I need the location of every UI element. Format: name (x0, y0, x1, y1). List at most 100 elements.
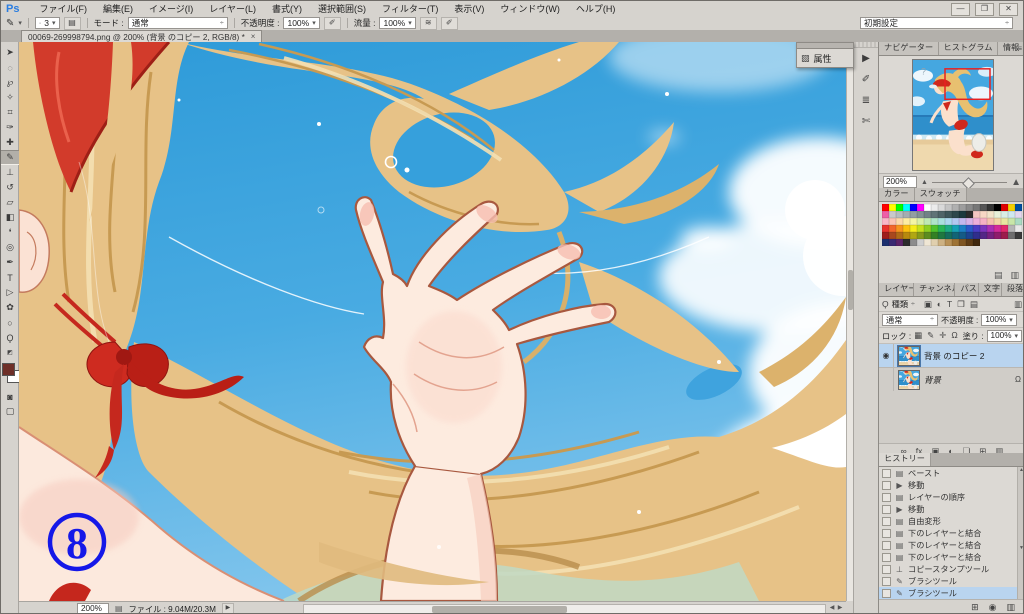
swatch-action-icon[interactable]: ▤ (994, 270, 1003, 281)
color-swatch[interactable] (882, 218, 889, 225)
horizontal-scroll-thumb[interactable] (432, 606, 567, 613)
color-swatch[interactable] (903, 232, 910, 239)
flyout-header[interactable] (796, 42, 854, 49)
lock-icon[interactable]: ✛ (939, 330, 946, 341)
tool-button[interactable]: ✑ (1, 120, 19, 135)
color-swatch[interactable] (889, 232, 896, 239)
color-swatch[interactable] (973, 211, 980, 218)
color-swatch[interactable] (980, 211, 987, 218)
blend-mode-select[interactable]: 通常÷ (882, 314, 938, 326)
color-swatch[interactable] (903, 239, 910, 246)
color-swatch[interactable] (952, 239, 959, 246)
color-swatch[interactable] (1008, 218, 1015, 225)
color-swatch[interactable] (896, 239, 903, 246)
color-swatch[interactable] (1001, 211, 1008, 218)
color-swatch[interactable] (924, 232, 931, 239)
color-swatch[interactable] (994, 204, 1001, 211)
menu-item[interactable]: レイヤー(L) (201, 2, 264, 15)
color-swatch[interactable] (945, 211, 952, 218)
canvas-viewport[interactable]: 8 (19, 42, 846, 601)
color-swatch[interactable] (952, 211, 959, 218)
screen-mode-button[interactable]: ▢ (1, 404, 19, 419)
status-popup-arrow-icon[interactable]: ▶ (222, 603, 234, 614)
tool-button[interactable]: ◌ (1, 60, 19, 75)
quick-mask-button[interactable]: ◙ (1, 389, 19, 404)
tool-button[interactable]: ◎ (1, 240, 19, 255)
color-swatch[interactable] (924, 211, 931, 218)
panel-tab[interactable]: ヒストリー (879, 453, 931, 466)
color-swatch[interactable] (931, 204, 938, 211)
color-swatch[interactable] (1008, 211, 1015, 218)
color-swatch[interactable] (966, 204, 973, 211)
color-swatch[interactable] (910, 218, 917, 225)
color-swatch[interactable] (938, 225, 945, 232)
color-swatch[interactable] (1015, 232, 1022, 239)
color-swatch[interactable] (945, 239, 952, 246)
navigator-thumbnail[interactable] (912, 59, 994, 171)
canvas-artwork[interactable]: 8 (19, 42, 846, 601)
color-swatch[interactable] (903, 211, 910, 218)
color-swatch[interactable] (952, 218, 959, 225)
color-swatch[interactable] (980, 225, 987, 232)
color-swatch[interactable] (903, 204, 910, 211)
color-swatch[interactable] (924, 218, 931, 225)
lock-icon[interactable]: ▦ (914, 330, 922, 341)
color-swatch[interactable] (1015, 225, 1022, 232)
color-swatch[interactable] (1008, 232, 1015, 239)
history-source-checkbox[interactable] (882, 469, 891, 478)
color-swatch[interactable] (910, 211, 917, 218)
color-swatch[interactable] (938, 218, 945, 225)
history-state-row[interactable]: ▤ ペースト (879, 467, 1024, 479)
color-swatch[interactable] (1001, 225, 1008, 232)
panel-tab[interactable]: チャンネル (914, 283, 955, 296)
flow-select[interactable]: 100%▾ (379, 17, 415, 29)
color-swatch[interactable] (931, 239, 938, 246)
tool-button[interactable]: ⊥ (1, 165, 19, 180)
tool-button[interactable]: ➤ (1, 45, 19, 60)
history-state-row[interactable]: ✎ ブラシツール (879, 587, 1024, 599)
navigator-zoom-field[interactable]: 200% (883, 176, 917, 188)
opacity-select[interactable]: 100%▾ (283, 17, 319, 29)
default-colors-icon[interactable]: ◩ (1, 349, 19, 357)
menu-item[interactable]: 表示(V) (446, 2, 492, 15)
color-swatch[interactable] (931, 232, 938, 239)
tool-button[interactable]: ❛ (1, 225, 19, 240)
filter-toggle-icon[interactable]: ▥ (1014, 299, 1022, 310)
history-source-checkbox[interactable] (882, 553, 891, 562)
panel-tab[interactable]: パス (955, 283, 978, 296)
color-swatch[interactable] (931, 225, 938, 232)
menu-item[interactable]: 編集(E) (95, 2, 141, 15)
history-state-row[interactable]: ▤ レイヤーの順序 (879, 491, 1024, 503)
color-swatch[interactable] (980, 218, 987, 225)
color-swatch[interactable] (896, 211, 903, 218)
color-swatch[interactable] (987, 204, 994, 211)
history-state-row[interactable]: ▤ 自由変形 (879, 515, 1024, 527)
history-scrollbar[interactable]: ▲▼ (1017, 467, 1024, 599)
color-swatch[interactable] (910, 239, 917, 246)
mode-select[interactable]: 通常÷ (128, 17, 228, 29)
color-swatch[interactable] (889, 239, 896, 246)
color-swatch[interactable] (903, 218, 910, 225)
visibility-toggle[interactable]: ◉ (879, 368, 894, 391)
layer-name[interactable]: 背景 (924, 374, 1011, 386)
color-swatch[interactable] (1015, 204, 1022, 211)
workspace-select[interactable]: 初期設定÷ (860, 17, 1013, 29)
color-swatch[interactable] (945, 218, 952, 225)
color-swatch[interactable] (973, 225, 980, 232)
color-swatch[interactable] (889, 204, 896, 211)
layer-row[interactable]: ◉ 背景 のコピー 2 Ω (879, 344, 1024, 368)
panel-menu-icon[interactable]: ≡ (1017, 44, 1022, 53)
color-swatch[interactable] (994, 218, 1001, 225)
color-swatch[interactable] (1001, 218, 1008, 225)
color-swatch[interactable] (1001, 204, 1008, 211)
color-swatch[interactable] (924, 225, 931, 232)
color-swatch[interactable] (959, 211, 966, 218)
zoom-out-mountain-icon[interactable]: ▲ (921, 179, 928, 186)
history-action-icon[interactable]: ⊞ (971, 602, 979, 613)
tool-button[interactable]: ▷ (1, 285, 19, 300)
tool-button[interactable]: ⌗ (1, 105, 19, 120)
history-state-row[interactable]: ✎ ブラシツール (879, 575, 1024, 587)
panel-tab[interactable]: ナビゲーター (879, 42, 939, 55)
layer-filter-icon[interactable]: ▣ (924, 299, 932, 310)
tool-button[interactable]: ℘ (1, 75, 19, 90)
